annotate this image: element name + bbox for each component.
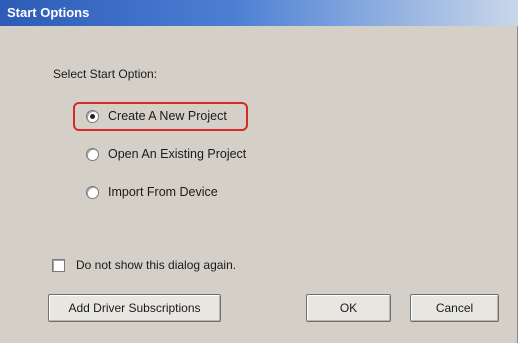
option-open-existing-project[interactable]: Open An Existing Project — [86, 145, 246, 163]
radio-import-from-device[interactable] — [86, 185, 99, 199]
dont-show-again-row[interactable]: Do not show this dialog again. — [52, 258, 236, 272]
highlight-annotation — [73, 102, 248, 131]
option-import-from-device-label[interactable]: Import From Device — [108, 185, 218, 199]
ok-button[interactable]: OK — [306, 294, 391, 322]
option-import-from-device[interactable]: Import From Device — [86, 183, 218, 201]
start-option-group-label: Select Start Option: — [53, 67, 158, 81]
add-driver-subscriptions-button[interactable]: Add Driver Subscriptions — [48, 294, 221, 322]
window-title: Start Options — [7, 5, 90, 20]
radio-open-existing-project[interactable] — [86, 147, 99, 161]
option-open-existing-project-label[interactable]: Open An Existing Project — [108, 147, 246, 161]
dont-show-again-checkbox[interactable] — [52, 258, 65, 272]
title-bar[interactable]: Start Options — [0, 0, 518, 26]
cancel-button[interactable]: Cancel — [410, 294, 499, 322]
start-options-dialog: Start Options Select Start Option: Creat… — [0, 0, 518, 343]
dont-show-again-label[interactable]: Do not show this dialog again. — [76, 258, 236, 272]
